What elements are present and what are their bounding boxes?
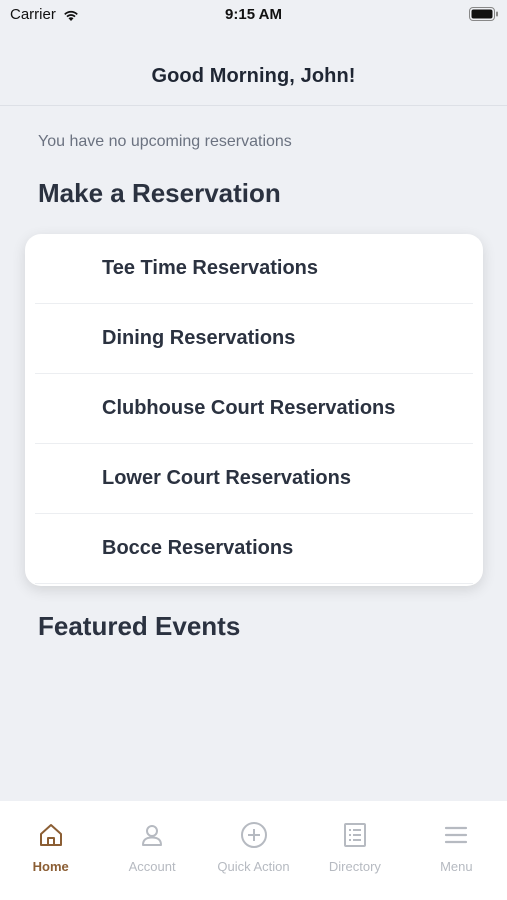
- menu-icon: [445, 826, 468, 844]
- page-header: Good Morning, John!: [0, 48, 507, 106]
- reservation-item-clubhouse-court[interactable]: Clubhouse Court Reservations: [35, 374, 473, 444]
- tab-home-label: Home: [32, 859, 69, 874]
- tab-home[interactable]: Home: [0, 801, 101, 900]
- status-time: 9:15 AM: [225, 6, 282, 23]
- tab-menu[interactable]: Menu: [406, 801, 507, 900]
- account-icon: [142, 825, 163, 846]
- tab-quick-action-label: Quick Action: [217, 859, 290, 874]
- tab-account[interactable]: Account: [101, 801, 202, 900]
- plus-circle-icon: [240, 822, 267, 848]
- featured-events-heading: Featured Events: [38, 611, 241, 641]
- reservation-item-bocce[interactable]: Bocce Reservations: [35, 514, 473, 584]
- directory-icon: [343, 823, 366, 847]
- reservation-item-tee-time[interactable]: Tee Time Reservations: [35, 234, 473, 304]
- tab-bar: Home Account Quick Action Directory Menu: [0, 801, 507, 900]
- make-reservation-heading: Make a Reservation: [38, 178, 281, 208]
- reservation-list: Tee Time Reservations Dining Reservation…: [25, 234, 483, 586]
- no-reservations-text: You have no upcoming reservations: [38, 133, 292, 150]
- tab-menu-label: Menu: [440, 859, 473, 874]
- battery-icon: [469, 7, 498, 21]
- status-bar: Carrier 9:15 AM: [0, 0, 507, 30]
- tab-directory-label: Directory: [328, 859, 381, 874]
- tab-directory[interactable]: Directory: [304, 801, 405, 900]
- page-title: Good Morning, John!: [151, 65, 356, 87]
- home-icon: [39, 824, 62, 846]
- reservation-item-dining[interactable]: Dining Reservations: [35, 304, 473, 374]
- reservation-item-lower-court[interactable]: Lower Court Reservations: [35, 444, 473, 514]
- tab-account-label: Account: [128, 859, 176, 874]
- tab-quick-action[interactable]: Quick Action: [203, 801, 304, 900]
